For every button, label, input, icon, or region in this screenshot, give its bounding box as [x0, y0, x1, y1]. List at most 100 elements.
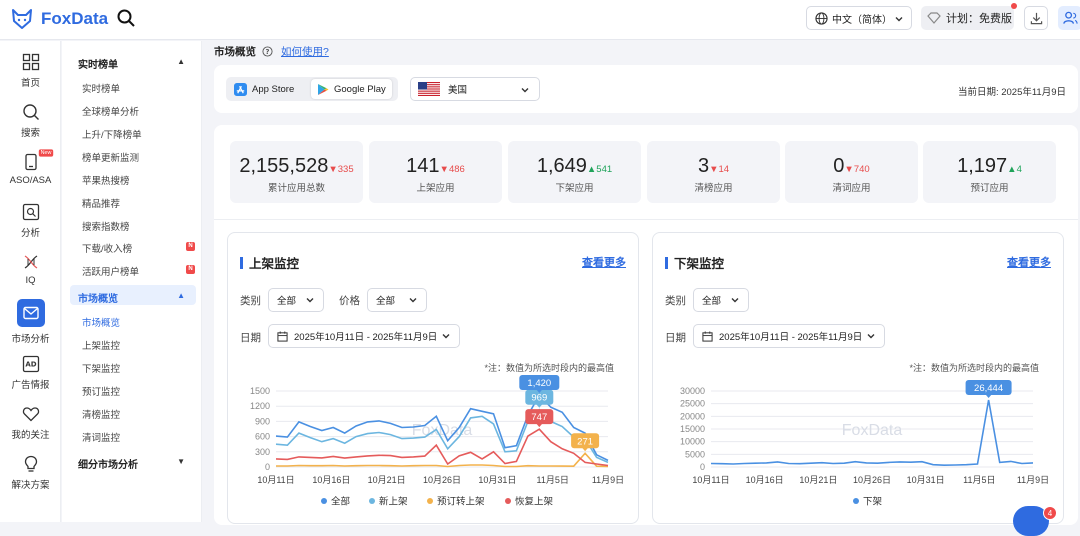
x-tick-label: 10月21日 [799, 475, 837, 485]
subnav-item[interactable]: 上架监控 [82, 338, 120, 352]
new-badge: N [186, 242, 195, 251]
subnav-group-realtime[interactable]: 实时榜单 [78, 56, 118, 71]
y-tick-label: 600 [255, 432, 270, 442]
legend-marker[interactable] [321, 498, 327, 504]
how-to-use-link[interactable]: 如何使用? [281, 44, 329, 59]
tab-app-store[interactable]: App Store [228, 79, 300, 99]
nav-item-analysis[interactable]: 分析 [0, 203, 61, 239]
price-label: 价格 [339, 295, 360, 307]
analysis-icon [22, 203, 39, 221]
nav-item-search[interactable]: 搜索 [0, 103, 61, 139]
plan-button[interactable]: 计划：免费版 [921, 3, 1017, 30]
panel-title: 上架监控 [240, 253, 299, 272]
subnav-item[interactable]: 清榜监控 [82, 407, 120, 421]
caret-up-icon[interactable]: ▲ [177, 291, 185, 300]
caret-up-icon[interactable]: ▲ [177, 57, 185, 66]
country-label: 美国 [448, 85, 468, 96]
legend-label[interactable]: 下架 [863, 497, 883, 508]
stat-delta-up: ▲541 [586, 164, 613, 175]
diamond-icon [927, 12, 941, 24]
notification-dot [1011, 3, 1017, 9]
sub-nav: 实时榜单 ▲ 实时榜单 全球榜单分析 上升/下降榜单 榜单更新监测 苹果热搜榜 … [62, 41, 202, 522]
subnav-item[interactable]: 下架监控 [82, 361, 120, 375]
delist-chart: 0 5000 10000 15000 20000 25000 30000 10月11日 10月1… [680, 380, 1049, 508]
stat-delta-down: ▼740 [844, 164, 870, 175]
subnav-item[interactable]: 实时榜单 [82, 81, 120, 95]
stat-delta-down: ▼335 [328, 164, 354, 175]
nav-item-home[interactable]: 首页 [0, 53, 61, 89]
subnav-item[interactable]: 预订监控 [82, 384, 120, 398]
stat-label: 累计应用总数 [267, 183, 325, 194]
new-badge: N [186, 265, 195, 274]
subnav-item-market-overview[interactable]: 市场概览 [82, 315, 120, 329]
date-range-picker[interactable]: 2025年10月11日 - 2025年11月9日 [268, 324, 460, 348]
nav-item-market[interactable]: 市场分析 [0, 299, 61, 345]
subnav-item[interactable]: 榜单更新监测 [82, 150, 139, 164]
category-select[interactable]: 全部 [693, 288, 749, 312]
nav-item-favorites[interactable]: 我的关注 [0, 405, 61, 441]
x-tick-label: 10月21日 [368, 475, 406, 485]
subnav-item[interactable]: 清词监控 [82, 430, 120, 444]
download-button[interactable] [1024, 6, 1048, 30]
help-icon[interactable]: ? [262, 46, 273, 57]
top-bar: FoxData 中文（简体） 计划：免费版 [0, 0, 1080, 40]
legend-marker[interactable] [505, 498, 511, 504]
y-tick-label: 5000 [685, 449, 705, 459]
view-more-link[interactable]: 查看更多 [1007, 254, 1051, 270]
data-label: 747 [531, 412, 547, 423]
stat-card[interactable]: 0▼740 清词应用 [785, 141, 918, 203]
legend-marker[interactable] [427, 498, 433, 504]
nav-item-ads[interactable]: AD 广告情报 [0, 355, 61, 391]
view-more-link[interactable]: 查看更多 [582, 254, 626, 270]
chevron-down-icon [306, 298, 314, 303]
y-tick-label: 1500 [250, 386, 270, 396]
data-label: 271 [577, 436, 593, 447]
stat-card[interactable]: 141▼486 上架应用 [369, 141, 502, 203]
date-range-picker[interactable]: 2025年10月11日 - 2025年11月9日 [693, 324, 885, 348]
user-button[interactable] [1058, 6, 1080, 30]
users-icon [1062, 11, 1078, 24]
subnav-group-market[interactable]: 市场概览 [78, 290, 118, 305]
category-select[interactable]: 全部 [268, 288, 324, 312]
stat-delta-up: ▲4 [1007, 164, 1022, 175]
stat-card[interactable]: 3▼14 清榜应用 [647, 141, 780, 203]
subnav-item[interactable]: 搜索指数榜 [82, 219, 130, 233]
legend-label[interactable]: 全部 [331, 496, 350, 508]
subnav-item[interactable]: 精品推荐 [82, 196, 120, 210]
legend-label[interactable]: 预订转上架 [437, 496, 485, 508]
subnav-item[interactable]: 苹果热搜榜 [82, 173, 130, 187]
language-select[interactable]: 中文（简体） [806, 6, 912, 30]
country-select[interactable]: 美国 [410, 77, 540, 101]
legend-marker[interactable] [853, 498, 859, 504]
logo[interactable]: FoxData [10, 7, 108, 31]
tab-google-play[interactable]: Google Play [311, 79, 392, 99]
chevron-down-icon [731, 298, 739, 303]
x-tick-label: 11月9日 [592, 475, 624, 485]
stat-card[interactable]: 1,197▲4 预订应用 [923, 141, 1056, 203]
calendar-icon [702, 330, 713, 342]
price-select[interactable]: 全部 [367, 288, 427, 312]
subnav-item[interactable]: 活跃用户榜单 [82, 264, 139, 278]
legend-label[interactable]: 恢复上架 [515, 496, 554, 508]
x-tick-label: 10月11日 [257, 475, 294, 485]
heart-icon [22, 407, 39, 422]
subnav-group-segment[interactable]: 细分市场分析 [78, 456, 138, 471]
legend-marker[interactable] [369, 498, 375, 504]
svg-text:AD: AD [25, 361, 36, 369]
caret-down-icon[interactable]: ▼ [177, 457, 185, 466]
nav-item-aso[interactable]: New ASO/ASA [0, 149, 61, 186]
subnav-item[interactable]: 下载/收入榜 [82, 241, 132, 255]
nav-item-solutions[interactable]: 解决方案 [0, 455, 61, 491]
subnav-item[interactable]: 全球榜单分析 [82, 104, 139, 118]
stat-value: 1,649 [536, 155, 587, 177]
store-tabs: App Store Google Play [226, 77, 398, 101]
y-tick-label: 30000 [680, 386, 705, 396]
nav-item-iq[interactable]: IQ [0, 253, 61, 286]
mail-icon [22, 306, 39, 320]
stat-card[interactable]: 1,649▲541 下架应用 [508, 141, 641, 203]
legend-label[interactable]: 新上架 [379, 496, 408, 508]
subnav-item[interactable]: 上升/下降榜单 [82, 127, 142, 141]
y-tick-label: 1200 [250, 401, 270, 411]
stat-card[interactable]: 2,155,528▼335 累计应用总数 [230, 141, 363, 203]
search-icon[interactable] [116, 8, 136, 28]
